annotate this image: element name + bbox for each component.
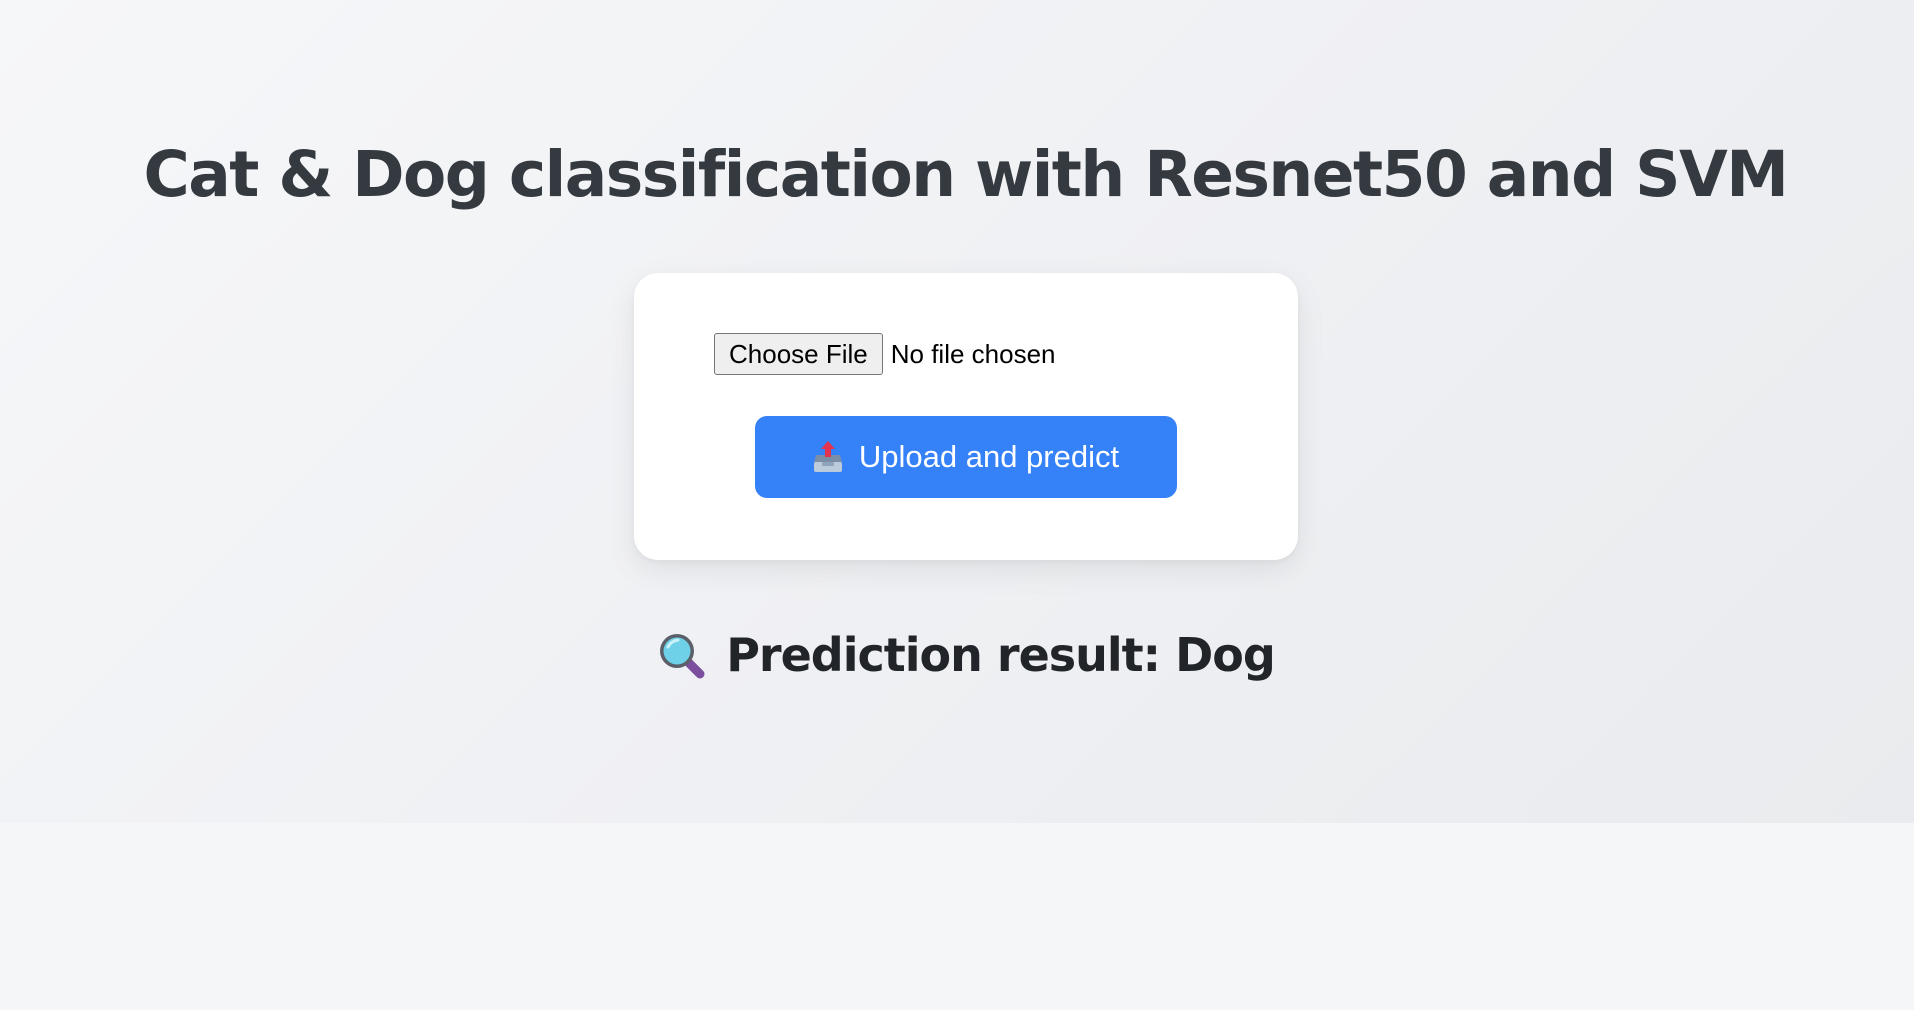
prediction-result: Prediction result: Dog [0, 625, 1914, 685]
outbox-tray-icon [813, 441, 843, 473]
upload-card: Choose File No file chosen Upload and pr… [634, 273, 1298, 560]
choose-file-button[interactable]: Choose File [714, 333, 883, 375]
page-title: Cat & Dog classification with Resnet50 a… [143, 138, 1789, 211]
page-section: Cat & Dog classification with Resnet50 a… [0, 0, 1914, 823]
magnifier-icon [656, 630, 706, 680]
file-input[interactable]: Choose File No file chosen [714, 333, 1056, 375]
upload-predict-label: Upload and predict [858, 439, 1120, 474]
upload-predict-button[interactable]: Upload and predict [755, 416, 1177, 498]
file-status: No file chosen [890, 338, 1056, 369]
prediction-text: Prediction result: Dog [726, 628, 1276, 682]
